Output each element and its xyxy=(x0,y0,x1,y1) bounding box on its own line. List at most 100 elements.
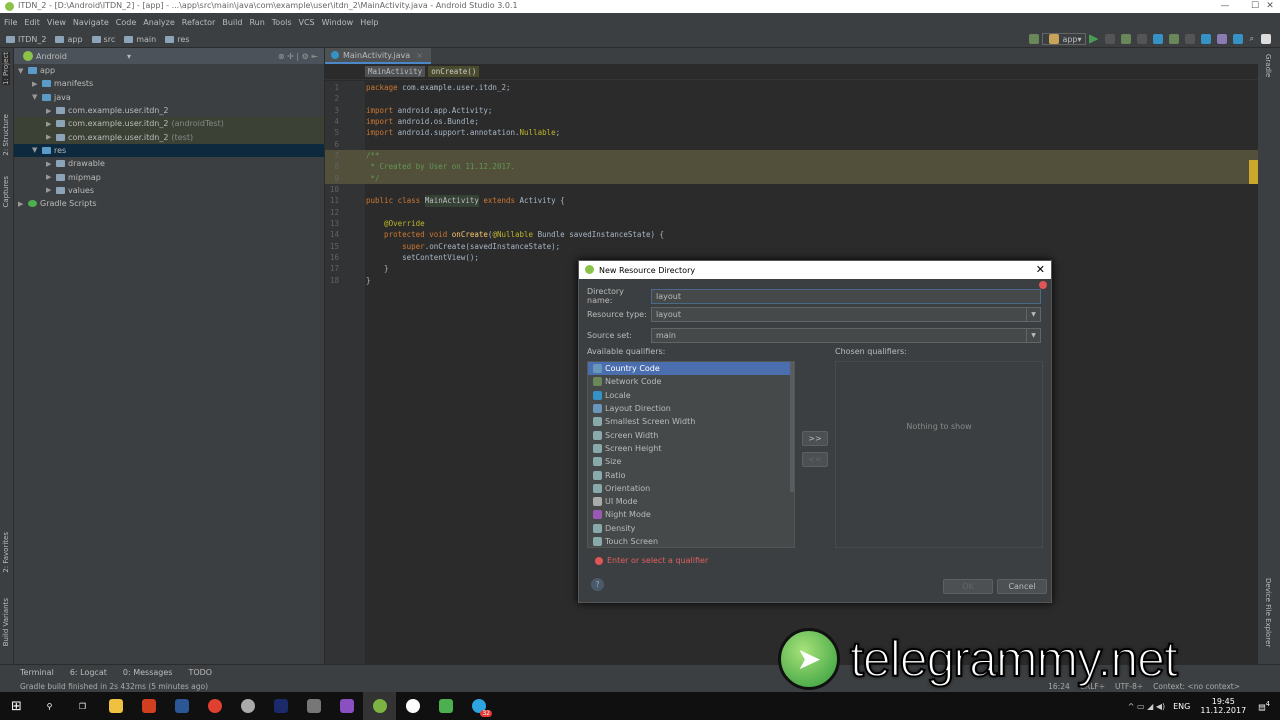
expand-arrow-icon[interactable]: ▶ xyxy=(32,80,42,88)
expand-arrow-icon[interactable]: ▶ xyxy=(46,120,56,128)
menu-refactor[interactable]: Refactor xyxy=(182,18,216,27)
remove-qualifier-button[interactable]: << xyxy=(802,452,828,467)
breadcrumb-itdn_2[interactable]: ITDN_2 xyxy=(6,35,46,44)
expand-arrow-icon[interactable]: ▼ xyxy=(32,93,42,101)
panel-settings-icon[interactable]: ⊗ ✛ | ⚙ ⇤ xyxy=(278,52,318,61)
clock[interactable]: 19:45 11.12.2017 xyxy=(1200,697,1246,715)
expand-arrow-icon[interactable]: ▶ xyxy=(46,160,56,168)
app-icon[interactable] xyxy=(429,692,462,720)
expand-arrow-icon[interactable]: ▼ xyxy=(32,146,42,154)
todo-tab[interactable]: TODO xyxy=(188,668,212,677)
menu-edit[interactable]: Edit xyxy=(24,18,40,27)
profile-icon[interactable] xyxy=(1136,34,1147,44)
qualifier-screen-height[interactable]: Screen Height xyxy=(588,442,794,455)
qualifier-ui-mode[interactable]: UI Mode xyxy=(588,495,794,508)
tab-main-activity[interactable]: MainActivity.java × xyxy=(325,48,431,64)
menu-tools[interactable]: Tools xyxy=(272,18,292,27)
menu-help[interactable]: Help xyxy=(360,18,378,27)
project-structure-icon[interactable] xyxy=(1232,34,1243,44)
qualifier-orientation[interactable]: Orientation xyxy=(588,482,794,495)
photoshop-icon[interactable] xyxy=(264,692,297,720)
minimize-button[interactable]: — xyxy=(1210,0,1240,12)
chosen-qualifiers-list[interactable]: Nothing to show xyxy=(835,361,1043,548)
paint-icon[interactable] xyxy=(231,692,264,720)
breadcrumb-app[interactable]: app xyxy=(55,35,83,44)
messages-tab[interactable]: 0: Messages xyxy=(123,668,173,677)
menu-build[interactable]: Build xyxy=(222,18,242,27)
tree-item-drawable[interactable]: ▶ drawable xyxy=(14,157,324,170)
qualifier-layout-direction[interactable]: Layout Direction xyxy=(588,402,794,415)
tree-item-com-example-user-itdn-2[interactable]: ▶ com.example.user.itdn_2 (test) xyxy=(14,130,324,144)
qualifier-size[interactable]: Size xyxy=(588,455,794,468)
menu-file[interactable]: File xyxy=(4,18,17,27)
chrome-icon[interactable] xyxy=(198,692,231,720)
code-view[interactable]: 1 package com.example.user.itdn_2; 2 3 impor… xyxy=(325,82,1258,286)
qualifier-locale[interactable]: Locale xyxy=(588,389,794,402)
qualifier-ratio[interactable]: Ratio xyxy=(588,468,794,481)
tree-item-values[interactable]: ▶ values xyxy=(14,184,324,197)
start-button[interactable]: ⊞ xyxy=(0,692,33,720)
tree-item-com-example-user-itdn-2[interactable]: ▶ com.example.user.itdn_2 xyxy=(14,104,324,117)
add-qualifier-button[interactable]: >> xyxy=(802,431,828,446)
expand-arrow-icon[interactable]: ▼ xyxy=(18,67,28,75)
device-file-explorer-tab[interactable]: Device File Explorer xyxy=(1264,578,1272,647)
file-explorer-icon[interactable] xyxy=(99,692,132,720)
visual-studio-icon[interactable] xyxy=(330,692,363,720)
apply-changes-icon[interactable] xyxy=(1120,34,1131,44)
ccleaner-icon[interactable] xyxy=(132,692,165,720)
ok-button[interactable]: OK xyxy=(943,579,993,594)
breadcrumb-main[interactable]: main xyxy=(124,35,156,44)
run-icon[interactable] xyxy=(1088,34,1099,44)
search-icon[interactable]: ⌕ xyxy=(1250,34,1254,44)
tree-item-com-example-user-itdn-2[interactable]: ▶ com.example.user.itdn_2 (androidTest) xyxy=(14,117,324,131)
menu-navigate[interactable]: Navigate xyxy=(73,18,109,27)
directory-name-input[interactable]: layout xyxy=(651,288,1041,304)
run-config-select[interactable]: app ▾ xyxy=(1042,33,1086,45)
sublime-icon[interactable] xyxy=(297,692,330,720)
logcat-tab[interactable]: 6: Logcat xyxy=(70,668,107,677)
debug-icon[interactable] xyxy=(1104,34,1115,44)
sdk-manager-icon[interactable] xyxy=(1216,34,1227,44)
qualifier-screen-width[interactable]: Screen Width xyxy=(588,428,794,441)
qualifier-night-mode[interactable]: Night Mode xyxy=(588,508,794,521)
tree-item-mipmap[interactable]: ▶ mipmap xyxy=(14,170,324,183)
language-indicator[interactable]: ENG xyxy=(1173,702,1190,711)
menu-run[interactable]: Run xyxy=(249,18,264,27)
expand-arrow-icon[interactable]: ▶ xyxy=(46,133,56,141)
tree-item-app[interactable]: ▼ app xyxy=(14,64,324,77)
qualifier-touch-screen[interactable]: Touch Screen xyxy=(588,535,794,548)
qualifier-country-code[interactable]: Country Code xyxy=(588,362,794,376)
sync-gradle-icon[interactable] xyxy=(1200,34,1211,44)
captures-tool-tab[interactable]: Captures xyxy=(2,176,10,207)
project-tool-tab[interactable]: 1: Project xyxy=(2,52,10,85)
project-view-select[interactable]: Android xyxy=(36,52,67,61)
yandex-browser-icon[interactable] xyxy=(396,692,429,720)
qualifier-smallest-screen-width[interactable]: Smallest Screen Width xyxy=(588,415,794,428)
close-dialog-button[interactable]: ✕ xyxy=(1036,263,1045,276)
tree-item-manifests[interactable]: ▶ manifests xyxy=(14,77,324,90)
breadcrumb-res[interactable]: res xyxy=(165,35,189,44)
close-tab-icon[interactable]: × xyxy=(416,51,423,60)
telegram-icon[interactable]: 32 xyxy=(462,692,495,720)
qualifier-network-code[interactable]: Network Code xyxy=(588,375,794,388)
android-studio-taskbar-icon[interactable] xyxy=(363,692,396,720)
expand-arrow-icon[interactable]: ▶ xyxy=(18,200,28,208)
tree-item-res[interactable]: ▼ res xyxy=(14,143,324,158)
menu-analyze[interactable]: Analyze xyxy=(143,18,175,27)
gradle-tool-tab[interactable]: Gradle xyxy=(1264,54,1272,77)
build-hammer-icon[interactable] xyxy=(1029,34,1040,44)
scrollbar[interactable] xyxy=(790,362,794,492)
avd-manager-icon[interactable] xyxy=(1168,34,1179,44)
tree-item-java[interactable]: ▼ java xyxy=(14,91,324,104)
menu-code[interactable]: Code xyxy=(116,18,136,27)
structure-tool-tab[interactable]: 2: Structure xyxy=(2,114,10,156)
word-icon[interactable] xyxy=(165,692,198,720)
available-qualifiers-list[interactable]: Country Code Network Code Locale Layout Dir… xyxy=(587,361,795,548)
breadcrumb-src[interactable]: src xyxy=(91,35,115,44)
stop-icon[interactable] xyxy=(1184,34,1195,44)
close-window-button[interactable]: ✕ xyxy=(1255,0,1280,12)
expand-arrow-icon[interactable]: ▶ xyxy=(46,107,56,115)
action-center-icon[interactable]: ▤4 xyxy=(1258,700,1270,712)
expand-arrow-icon[interactable]: ▶ xyxy=(46,173,56,181)
task-view-icon[interactable]: ❐ xyxy=(66,692,99,720)
